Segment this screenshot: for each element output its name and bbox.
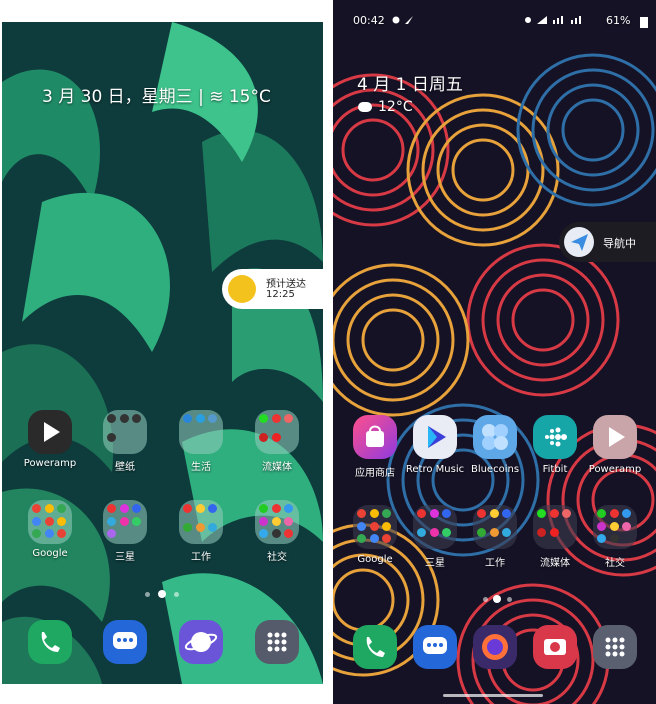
- delivery-title: 预计送达: [266, 279, 306, 290]
- date-weather-widget[interactable]: 3 月 30 日，星期三 | ≋ 15°C: [42, 82, 271, 107]
- app-label: 工作: [191, 552, 211, 563]
- app-label: 三星: [115, 552, 135, 563]
- page-indicator-dot[interactable]: [507, 597, 512, 602]
- folder-icon[interactable]: [179, 410, 223, 454]
- folder-icon[interactable]: [593, 505, 637, 549]
- navigation-status-pill[interactable]: 导航中: [559, 222, 656, 262]
- poweramp-icon[interactable]: [593, 415, 637, 459]
- date-widget[interactable]: 4 月 1 日周五: [357, 70, 463, 95]
- galaxy-store-icon[interactable]: [353, 415, 397, 459]
- app-label: Poweramp: [588, 464, 642, 475]
- folder-icon[interactable]: [255, 410, 299, 454]
- app-label: 社交: [267, 552, 287, 563]
- page-indicator-home[interactable]: [158, 590, 166, 598]
- app-label: 壁纸: [115, 462, 135, 473]
- folder-icon[interactable]: [28, 500, 72, 544]
- folder-icon[interactable]: [533, 505, 577, 549]
- weather-temp[interactable]: 12°C: [378, 99, 413, 115]
- left-home-screen: 3 月 30 日，星期三 | ≋ 15°C 预计送达 12:25 Poweram…: [2, 22, 323, 684]
- app-label: Google: [32, 548, 68, 559]
- firefox-icon[interactable]: [473, 625, 517, 669]
- battery-icon: [640, 17, 648, 28]
- messages-icon[interactable]: [413, 625, 457, 669]
- delivery-time: 12:25: [266, 289, 295, 300]
- navigation-text: 导航中: [603, 237, 636, 250]
- internet-browser-icon[interactable]: [179, 620, 223, 664]
- page-indicator-home[interactable]: [493, 595, 501, 603]
- page-indicator-dot[interactable]: [483, 597, 488, 602]
- paper-plane-icon: [564, 227, 594, 257]
- page-indicator-dot[interactable]: [145, 592, 150, 597]
- bluecoins-icon[interactable]: [473, 415, 517, 459]
- status-time: 00:42: [353, 14, 385, 27]
- folder-icon[interactable]: [473, 505, 517, 549]
- phone-icon[interactable]: [28, 620, 72, 664]
- folder-icon[interactable]: [103, 410, 147, 454]
- app-label: 社交: [605, 558, 625, 569]
- status-battery: 61%: [606, 14, 631, 27]
- poweramp-icon[interactable]: [28, 410, 72, 454]
- app-label: Poweramp: [23, 458, 77, 469]
- gesture-bar[interactable]: [443, 694, 543, 697]
- folder-icon[interactable]: [255, 500, 299, 544]
- phone-icon[interactable]: [353, 625, 397, 669]
- cloudy-icon: [358, 102, 372, 112]
- app-drawer-icon[interactable]: [593, 625, 637, 669]
- retro-music-icon[interactable]: [413, 415, 457, 459]
- folder-icon[interactable]: [103, 500, 147, 544]
- fitbit-icon[interactable]: [533, 415, 577, 459]
- app-label: 生活: [191, 462, 211, 473]
- right-home-screen: 00:42 61% 4 月 1 日周五 12°C 导航中 应用商店 Retro …: [333, 0, 656, 704]
- app-drawer-icon[interactable]: [255, 620, 299, 664]
- status-notification-icons: [392, 16, 413, 24]
- app-label: 流媒体: [262, 462, 292, 473]
- folder-icon[interactable]: [179, 500, 223, 544]
- duck-icon: [228, 275, 256, 303]
- leaf-wallpaper: [2, 22, 323, 684]
- messages-icon[interactable]: [103, 620, 147, 664]
- camera-icon[interactable]: [533, 625, 577, 669]
- delivery-status-pill[interactable]: 预计送达 12:25: [222, 269, 323, 309]
- page-indicator-dot[interactable]: [174, 592, 179, 597]
- status-signal-icons: [525, 16, 581, 24]
- folder-icon[interactable]: [413, 505, 457, 549]
- folder-icon[interactable]: [353, 505, 397, 549]
